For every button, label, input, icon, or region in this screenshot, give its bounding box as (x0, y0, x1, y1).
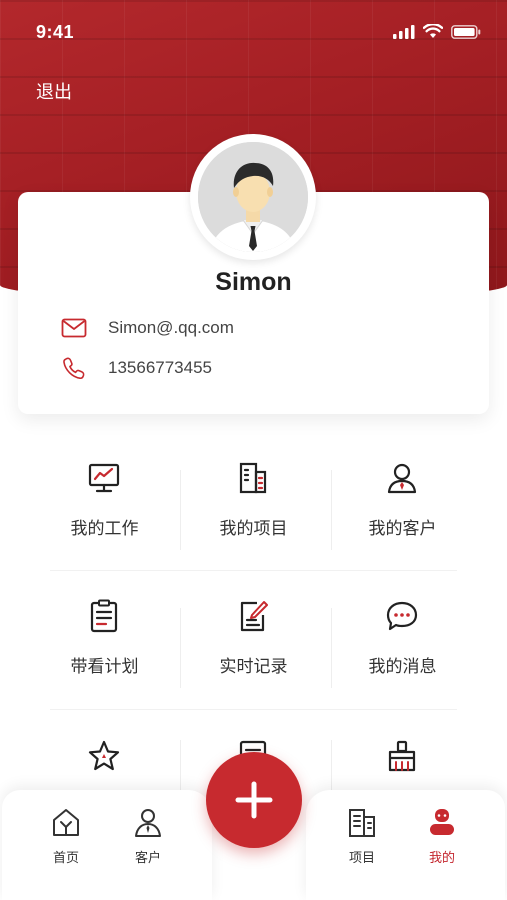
phone-icon (60, 354, 88, 382)
menu-item-my-clients[interactable]: 我的客户 (328, 440, 477, 578)
project-building-icon (349, 809, 375, 837)
tab-label: 我的 (428, 851, 455, 866)
tab-home[interactable]: 首页 (36, 806, 96, 866)
battery-icon (451, 24, 481, 39)
wifi-icon (423, 24, 443, 38)
plus-icon (235, 781, 273, 819)
add-button[interactable] (206, 752, 302, 848)
logout-button[interactable]: 退出 (36, 78, 72, 104)
menu-item-label: 我的客户 (368, 519, 437, 539)
signal-icon (393, 24, 415, 39)
tab-projects[interactable]: 项目 (332, 806, 392, 866)
monitor-chart-icon (88, 463, 120, 493)
customer-icon (135, 809, 161, 837)
profile-name: Simon (215, 268, 292, 296)
building-icon (239, 462, 267, 494)
edit-document-icon (240, 601, 268, 632)
tab-label: 项目 (348, 851, 375, 866)
menu-item-label: 我的消息 (368, 657, 437, 677)
email-row[interactable]: Simon@.qq.com (60, 314, 234, 342)
avatar[interactable] (198, 142, 308, 252)
client-person-icon (387, 463, 417, 494)
menu-item-my-projects[interactable]: 我的项目 (179, 440, 328, 578)
tab-mine[interactable]: 我的 (412, 806, 472, 866)
menu-item-viewing-plan[interactable]: 带看计划 (30, 578, 179, 716)
email-text: Simon@.qq.com (108, 318, 234, 337)
person-avatar-icon (198, 142, 308, 252)
status-bar: 9:41 (0, 0, 507, 64)
menu-item-label: 我的项目 (219, 519, 288, 539)
tab-bar-right: 项目 我的 (306, 790, 505, 900)
menu-item-my-work[interactable]: 我的工作 (30, 440, 179, 578)
menu-item-label: 我的工作 (70, 519, 139, 539)
mail-icon (60, 314, 88, 342)
status-time: 9:41 (36, 22, 75, 42)
chat-bubble-icon (386, 601, 418, 631)
menu-item-my-messages[interactable]: 我的消息 (328, 578, 477, 716)
tab-bar-left: 首页 客户 (2, 790, 212, 900)
broom-icon (388, 740, 416, 772)
tab-label: 客户 (134, 851, 161, 866)
tab-label: 首页 (52, 851, 79, 866)
star-icon (88, 740, 120, 771)
phone-row[interactable]: 13566773455 (60, 354, 212, 382)
menu-item-realtime-record[interactable]: 实时记录 (179, 578, 328, 716)
tab-customers[interactable]: 客户 (118, 806, 178, 866)
home-icon (53, 809, 79, 836)
menu-item-label: 带看计划 (70, 657, 139, 677)
clipboard-list-icon (90, 599, 118, 633)
profile-icon (430, 809, 454, 835)
phone-text: 13566773455 (108, 358, 213, 377)
menu-item-label: 实时记录 (219, 657, 288, 677)
